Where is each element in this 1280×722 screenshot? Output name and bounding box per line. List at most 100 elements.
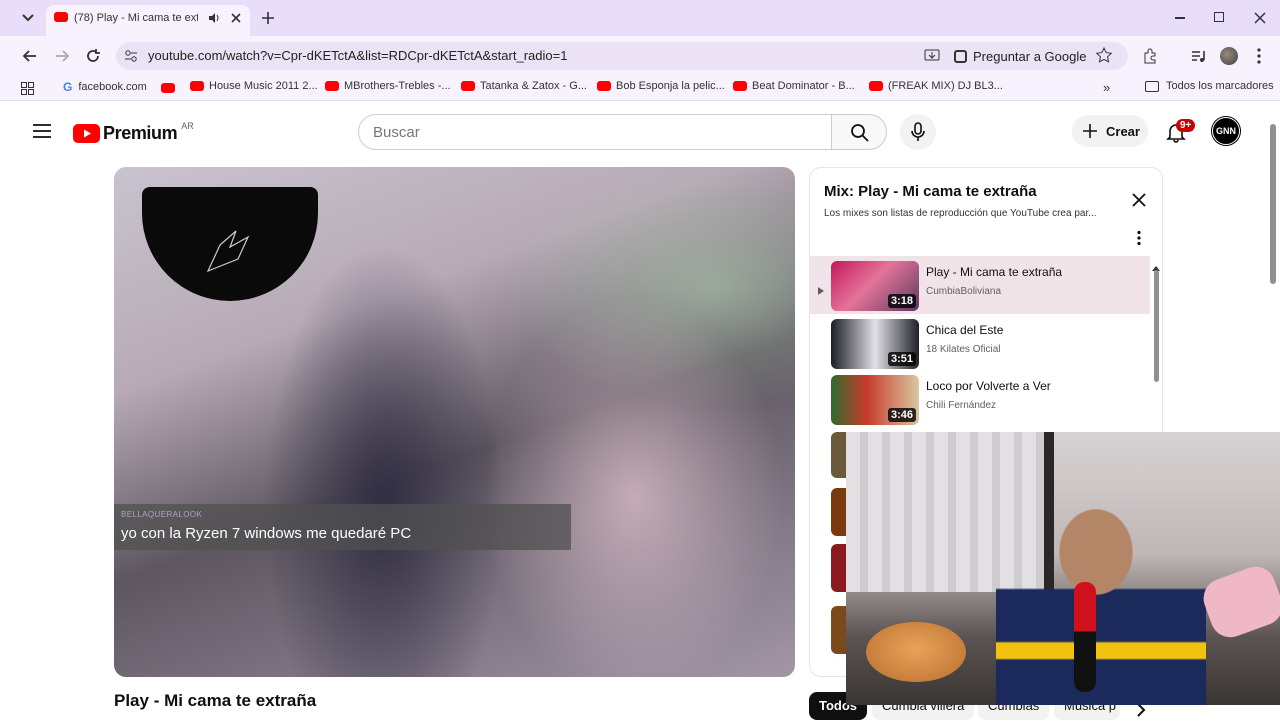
duration-badge: 3:51 (887, 352, 916, 366)
back-icon[interactable] (22, 48, 38, 64)
playlist-scrollbar-thumb[interactable] (1154, 270, 1159, 382)
chips-next-icon[interactable] (1136, 703, 1146, 717)
youtube-icon (325, 81, 339, 91)
minimize-icon[interactable] (1175, 17, 1185, 19)
webcam-cat (866, 622, 966, 682)
search-input[interactable]: Buscar (358, 114, 832, 150)
premium-label: Premium (103, 122, 178, 143)
webcam-person (996, 492, 1206, 705)
reload-icon[interactable] (85, 48, 101, 64)
bookmark-item[interactable]: G facebook.com (63, 80, 147, 94)
site-settings-icon[interactable] (124, 49, 138, 63)
all-bookmarks-label: Todos los marcadores (1166, 80, 1274, 92)
tab-close-icon[interactable] (230, 11, 242, 23)
playlist-scroll-up-icon[interactable] (1152, 258, 1160, 271)
tab-search-chevron-icon[interactable] (18, 8, 38, 28)
bookmark-label: House Music 2011 2... (209, 80, 318, 92)
address-bar[interactable]: youtube.com/watch?v=Cpr-dKETctA&list=RDC… (116, 42, 1128, 70)
avatar-text: GNN (1216, 126, 1236, 136)
video-title: Play - Mi cama te extraña (114, 691, 317, 710)
speaker-icon[interactable] (208, 11, 220, 23)
notification-badge: 9+ (1176, 119, 1196, 132)
bookmark-item[interactable]: House Music 2011 2... (190, 80, 318, 92)
chat-overlay: BELLAQUERALOOK yo con la Ryzen 7 windows… (114, 504, 571, 550)
apps-grid-icon[interactable] (21, 82, 34, 95)
tab-title: (78) Play - Mi cama te extra (74, 12, 198, 24)
more-bookmarks-chevron-icon[interactable]: » (1103, 80, 1110, 95)
account-avatar[interactable]: GNN (1212, 117, 1240, 145)
close-playlist-icon[interactable] (1132, 193, 1146, 207)
create-button[interactable]: Crear (1072, 115, 1148, 147)
install-app-icon[interactable] (924, 48, 940, 64)
youtube-icon (869, 81, 883, 91)
youtube-icon (597, 81, 611, 91)
search-icon (850, 123, 870, 143)
duration-badge: 3:18 (887, 294, 916, 308)
ask-google-button[interactable]: Preguntar a Google (954, 46, 1086, 66)
youtube-logo-icon (73, 123, 100, 143)
item-channel: Chili Fernández (926, 400, 997, 411)
channel-watermark-logo (142, 187, 318, 301)
playlist-subtitle: Los mixes son listas de reproducción que… (824, 208, 1097, 219)
guide-menu-icon[interactable] (33, 124, 51, 138)
google-icon: G (63, 80, 73, 94)
create-label: Crear (1106, 124, 1140, 139)
search-placeholder: Buscar (373, 124, 420, 141)
now-playing-icon (818, 282, 824, 295)
bookmark-label: facebook.com (78, 81, 147, 93)
bookmark-item[interactable]: Bob Esponja la pelic... (597, 80, 725, 92)
bookmark-label: MBrothers-Trebles -... (344, 80, 451, 92)
microphone-icon (911, 122, 925, 142)
page-scrollbar-thumb[interactable] (1270, 124, 1276, 284)
playlist-item[interactable]: 3:46 Loco por Volverte a Ver Chili Ferná… (810, 370, 1150, 426)
forward-icon[interactable] (54, 48, 70, 64)
bookmark-item[interactable]: (FREAK MIX) DJ BL3... (869, 80, 1003, 92)
video-player[interactable]: BELLAQUERALOOK yo con la Ryzen 7 windows… (114, 167, 795, 677)
folder-icon (1145, 80, 1159, 92)
youtube-icon[interactable] (161, 83, 175, 93)
video-thumbnail: 3:46 (831, 375, 919, 425)
media-controls-icon[interactable] (1190, 48, 1206, 64)
plus-icon (1082, 123, 1098, 139)
video-thumbnail: 3:51 (831, 319, 919, 369)
bookmark-label: Tatanka & Zatox - G... (480, 80, 587, 92)
youtube-premium-logo[interactable]: Premium AR (73, 121, 194, 145)
url-text: youtube.com/watch?v=Cpr-dKETctA&list=RDC… (148, 48, 568, 63)
bookmark-label: Bob Esponja la pelic... (616, 80, 725, 92)
voice-search-button[interactable] (900, 114, 936, 150)
youtube-icon (461, 81, 475, 91)
playlist-item[interactable]: 3:51 Chica del Este 18 Kilates Oficial (810, 314, 1150, 370)
youtube-icon (190, 81, 204, 91)
chat-user: BELLAQUERALOOK (121, 510, 203, 519)
bookmarks-bar: G facebook.com House Music 2011 2... MBr… (0, 76, 1280, 101)
duration-badge: 3:46 (887, 408, 916, 422)
webcam-thermos (1197, 561, 1280, 643)
browser-menu-icon[interactable] (1256, 47, 1262, 65)
profile-avatar[interactable] (1220, 47, 1238, 65)
youtube-icon (733, 81, 747, 91)
bookmark-label: Beat Dominator - B... (752, 80, 855, 92)
all-bookmarks-button[interactable]: Todos los marcadores (1145, 80, 1274, 92)
restore-icon[interactable] (1214, 12, 1224, 22)
item-title: Chica del Este (926, 323, 1004, 337)
bookmark-item[interactable]: Tatanka & Zatox - G... (461, 80, 587, 92)
bookmark-label: (FREAK MIX) DJ BL3... (888, 80, 1003, 92)
window-close-icon[interactable] (1254, 11, 1266, 24)
playlist-item[interactable]: 3:18 Play - Mi cama te extraña CumbiaBol… (810, 256, 1150, 314)
browser-tab-active[interactable]: (78) Play - Mi cama te extra (46, 5, 250, 36)
new-tab-plus-icon[interactable] (261, 11, 275, 25)
video-thumbnail: 3:18 (831, 261, 919, 311)
lens-icon (954, 49, 967, 63)
bookmark-item[interactable]: MBrothers-Trebles -... (325, 80, 451, 92)
playlist-title: Mix: Play - Mi cama te extraña (824, 183, 1037, 200)
playlist-more-icon[interactable] (1136, 230, 1142, 246)
item-title: Play - Mi cama te extraña (926, 265, 1063, 279)
search-button[interactable] (831, 114, 887, 150)
ask-google-label: Preguntar a Google (973, 48, 1087, 64)
webcam-microphone (1074, 582, 1096, 692)
webcam-overlay (846, 432, 1280, 705)
bookmark-item[interactable]: Beat Dominator - B... (733, 80, 855, 92)
youtube-favicon-icon (54, 12, 68, 22)
extensions-icon[interactable] (1142, 48, 1158, 64)
bookmark-star-icon[interactable] (1095, 46, 1113, 63)
